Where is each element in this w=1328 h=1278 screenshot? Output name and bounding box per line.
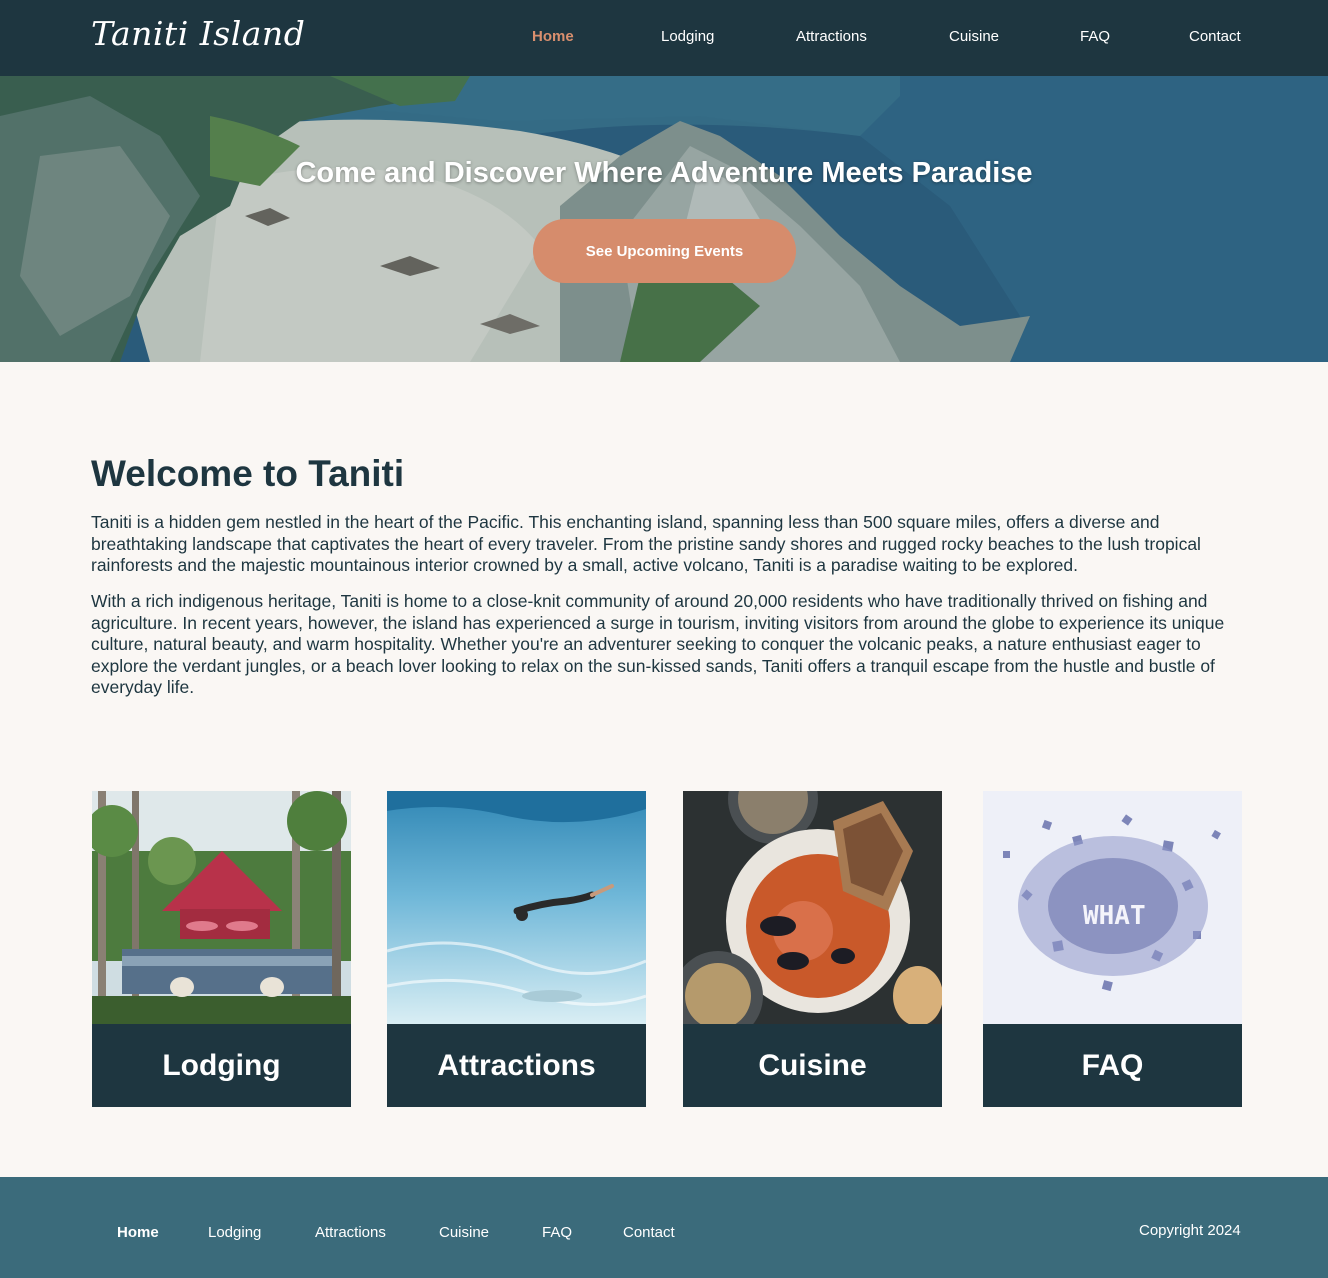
card-attractions-label: Attractions: [387, 1024, 646, 1107]
footer-nav-home[interactable]: Home: [117, 1224, 159, 1241]
faq-image: WHAT: [983, 791, 1242, 1024]
faq-image-word: WHAT: [1083, 901, 1146, 931]
card-lodging-label: Lodging: [92, 1024, 351, 1107]
attractions-image: [387, 791, 646, 1024]
footer-nav-faq[interactable]: FAQ: [542, 1224, 572, 1241]
card-cuisine-label: Cuisine: [683, 1024, 942, 1107]
lodging-image: [92, 791, 351, 1024]
nav-lodging[interactable]: Lodging: [661, 28, 714, 45]
card-faq-label: FAQ: [983, 1024, 1242, 1107]
nav-cuisine[interactable]: Cuisine: [949, 28, 999, 45]
welcome-paragraph-1: Taniti is a hidden gem nestled in the he…: [91, 512, 1201, 576]
hero-title: Come and Discover Where Adventure Meets …: [295, 157, 1033, 189]
nav-faq[interactable]: FAQ: [1080, 28, 1110, 45]
footer-nav-cuisine[interactable]: Cuisine: [439, 1224, 489, 1241]
top-navbar: Taniti Island Home Lodging Attractions C…: [0, 0, 1328, 76]
footer-nav-lodging[interactable]: Lodging: [208, 1224, 261, 1241]
site-footer: Home Lodging Attractions Cuisine FAQ Con…: [0, 1177, 1328, 1278]
cuisine-image: [683, 791, 942, 1024]
site-logo[interactable]: Taniti Island: [91, 14, 305, 53]
hero-banner: Come and Discover Where Adventure Meets …: [0, 76, 1328, 362]
card-cuisine[interactable]: Cuisine: [683, 791, 942, 1107]
card-faq[interactable]: WHAT FAQ: [983, 791, 1242, 1107]
welcome-title: Welcome to Taniti: [91, 453, 405, 494]
copyright-text: Copyright 2024: [1139, 1222, 1241, 1239]
nav-home[interactable]: Home: [532, 28, 574, 45]
welcome-paragraph-2: With a rich indigenous heritage, Taniti …: [91, 591, 1225, 698]
card-lodging[interactable]: Lodging: [92, 791, 351, 1107]
nav-contact[interactable]: Contact: [1189, 28, 1241, 45]
card-attractions[interactable]: Attractions: [387, 791, 646, 1107]
nav-attractions[interactable]: Attractions: [796, 28, 867, 45]
footer-nav-attractions[interactable]: Attractions: [315, 1224, 386, 1241]
footer-nav-contact[interactable]: Contact: [623, 1224, 675, 1241]
see-upcoming-events-button[interactable]: See Upcoming Events: [533, 219, 796, 283]
